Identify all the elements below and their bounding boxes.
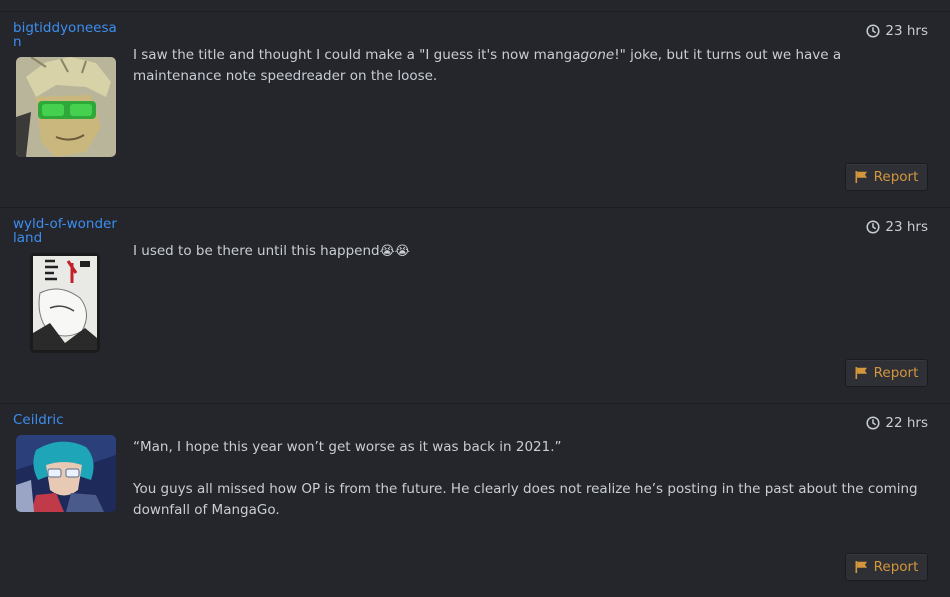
comment-body: I saw the title and thought I could make… bbox=[133, 45, 923, 87]
avatar[interactable] bbox=[16, 57, 116, 157]
report-label: Report bbox=[873, 169, 919, 185]
time-text: 23 hrs bbox=[885, 219, 928, 235]
report-label: Report bbox=[873, 559, 919, 575]
comment-paragraph: I used to be there until this happend😭😭 bbox=[133, 241, 923, 262]
comment: wyld-of-wonderland 23 hrs I used to be t… bbox=[0, 207, 950, 403]
username-link[interactable]: bigtiddyoneesan bbox=[13, 21, 117, 49]
flag-icon bbox=[855, 367, 868, 379]
timestamp: 23 hrs bbox=[866, 219, 928, 235]
crying-emoji: 😭😭 bbox=[379, 244, 410, 259]
flag-icon bbox=[855, 171, 868, 183]
report-label: Report bbox=[873, 365, 919, 381]
avatar[interactable] bbox=[16, 435, 116, 512]
username-link[interactable]: Ceildric bbox=[13, 413, 117, 427]
time-text: 23 hrs bbox=[885, 23, 928, 39]
text-segment: I saw the title and thought I could make… bbox=[133, 47, 581, 63]
time-text: 22 hrs bbox=[885, 415, 928, 431]
text-segment: I used to be there until this happend bbox=[133, 243, 380, 259]
clock-icon bbox=[866, 220, 880, 234]
clock-icon bbox=[866, 24, 880, 38]
username-link[interactable]: wyld-of-wonderland bbox=[13, 217, 117, 245]
emphasis-text: gone bbox=[580, 47, 615, 63]
report-button[interactable]: Report bbox=[845, 163, 928, 191]
comment-body: “Man, I hope this year won’t get worse a… bbox=[133, 437, 923, 521]
comment: Ceildric 22 hrs “Man, I hope this year w… bbox=[0, 403, 950, 597]
comment-body: I used to be there until this happend😭😭 bbox=[133, 241, 923, 262]
avatar[interactable] bbox=[30, 253, 100, 353]
report-button[interactable]: Report bbox=[845, 359, 928, 387]
clock-icon bbox=[866, 416, 880, 430]
timestamp: 22 hrs bbox=[866, 415, 928, 431]
comment-paragraph: “Man, I hope this year won’t get worse a… bbox=[133, 439, 562, 455]
comment-feed: bigtiddyoneesan 23 hrs I saw the title a… bbox=[0, 0, 950, 597]
comment: bigtiddyoneesan 23 hrs I saw the title a… bbox=[0, 11, 950, 207]
flag-icon bbox=[855, 561, 868, 573]
report-button[interactable]: Report bbox=[845, 553, 928, 581]
comment-paragraph: You guys all missed how OP is from the f… bbox=[133, 481, 918, 518]
comment-paragraph: I saw the title and thought I could make… bbox=[133, 45, 923, 87]
timestamp: 23 hrs bbox=[866, 23, 928, 39]
